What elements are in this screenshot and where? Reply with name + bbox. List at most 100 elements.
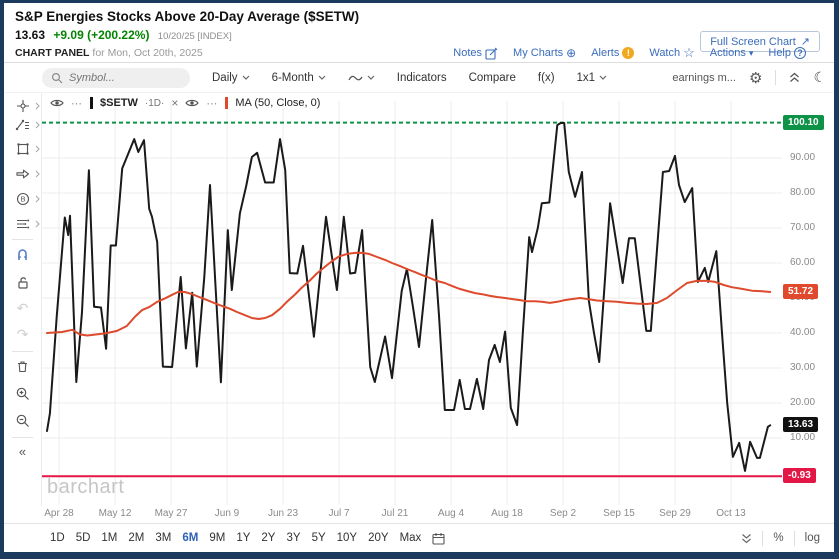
range-button-1d[interactable]: 1D [50, 532, 65, 544]
remove-series-icon[interactable]: × [171, 96, 178, 110]
earnings-toggle[interactable]: earnings m... [672, 72, 736, 84]
zoom-in-button[interactable] [4, 384, 41, 402]
chart-type-dropdown[interactable] [348, 73, 375, 83]
divider [12, 351, 33, 352]
chart-panel-label: CHART PANEL [15, 47, 90, 59]
y-axis-label: 10.00 [790, 432, 816, 443]
watch-link[interactable]: Watch ☆ [649, 46, 694, 59]
chevron-right-icon[interactable] [35, 195, 40, 203]
chevron-right-icon[interactable] [35, 220, 40, 228]
actions-menu[interactable]: Actions ▾ [710, 47, 754, 59]
x-axis-label: May 27 [154, 508, 188, 519]
layout-dropdown[interactable]: 1x1 [577, 72, 608, 84]
compare-button[interactable]: Compare [469, 72, 516, 84]
date-axis[interactable]: Apr 28 May 12 May 27 Jun 9 Jun 23 Jul 7 Jul 21… [4, 506, 834, 523]
arrow-tool[interactable] [4, 165, 41, 183]
range-button-9m[interactable]: 9M [209, 532, 225, 544]
setw-line-series [46, 122, 772, 472]
series-menu-icon[interactable]: ⋯ [206, 97, 218, 110]
eye-icon[interactable] [50, 98, 64, 108]
crosshair-icon [16, 100, 29, 112]
series-menu-icon[interactable]: ⋯ [71, 97, 83, 110]
chart-legend: ⋯ $SETW ·1D· × ⋯ MA (50, Close, 0) [50, 96, 320, 110]
chart-panel-date: for Mon, Oct 20th, 2025 [89, 47, 203, 59]
x-axis-label: Aug 4 [437, 508, 465, 519]
scale-controls: % log [741, 530, 834, 546]
range-buttons: 1D 5D 1M 2M 3M 6M 9M 1Y 2Y 3Y 5Y 10Y 20Y Max [50, 532, 421, 544]
fx-button[interactable]: f(x) [538, 72, 555, 84]
alerts-link[interactable]: Alerts ! [591, 47, 635, 59]
zoom-out-button[interactable] [4, 411, 41, 429]
chart-canvas[interactable] [42, 93, 782, 506]
price-plot[interactable]: ⋯ $SETW ·1D· × ⋯ MA (50, Close, 0) barch… [42, 93, 782, 506]
annotation-tool[interactable]: B [4, 190, 41, 208]
range-button-2m[interactable]: 2M [128, 532, 144, 544]
divider [775, 70, 777, 85]
range-button-max[interactable]: Max [400, 532, 422, 544]
legend-symbol: $SETW [100, 97, 138, 109]
my-charts-link[interactable]: My Charts ⊕ [513, 46, 576, 60]
lock-button[interactable] [4, 273, 41, 291]
range-button-3m[interactable]: 3M [155, 532, 171, 544]
search-input[interactable] [69, 71, 179, 84]
x-axis-label: May 12 [98, 508, 132, 519]
x-axis-label: Aug 18 [491, 508, 523, 519]
indicators-button[interactable]: Indicators [397, 72, 447, 84]
x-axis-label: Sep 29 [659, 508, 691, 519]
price-badge: -0.93 [783, 468, 816, 484]
dark-mode-moon-icon[interactable]: ☾ [813, 69, 826, 86]
shapes-tool[interactable] [4, 140, 41, 158]
notes-link[interactable]: Notes [453, 47, 498, 60]
range-button-5d[interactable]: 5D [76, 532, 91, 544]
x-axis-label: Jul 7 [328, 508, 350, 519]
period-dropdown[interactable]: Daily [212, 72, 250, 84]
delete-button[interactable] [4, 357, 41, 375]
range-button-5y[interactable]: 5Y [312, 532, 326, 544]
chevron-right-icon[interactable] [35, 145, 40, 153]
chevron-right-icon[interactable] [35, 170, 40, 178]
undo-button[interactable]: ↶ [4, 299, 41, 317]
collapse-up-icon[interactable] [789, 72, 800, 83]
range-button-10y[interactable]: 10Y [337, 532, 357, 544]
y-axis-label: 70.00 [790, 222, 816, 233]
range-button-6m[interactable]: 6M [182, 532, 198, 544]
collapse-down-icon[interactable] [741, 533, 752, 544]
percent-scale-button[interactable]: % [773, 532, 783, 544]
range-button-20y[interactable]: 20Y [368, 532, 388, 544]
help-link[interactable]: Help ? [768, 47, 806, 59]
range-button-2y[interactable]: 2Y [261, 532, 275, 544]
circle-b-icon: B [16, 192, 29, 206]
x-axis-label: Oct 13 [716, 508, 746, 519]
x-axis-label: Sep 15 [603, 508, 635, 519]
cursor-tool[interactable] [4, 97, 41, 115]
eye-icon[interactable] [185, 98, 200, 108]
redo-button[interactable]: ↷ [4, 325, 41, 343]
y-axis-label: 20.00 [790, 397, 816, 408]
arrow-right-icon [16, 169, 30, 179]
chevron-right-icon[interactable] [35, 121, 40, 129]
log-scale-button[interactable]: log [805, 532, 820, 544]
range-button-1m[interactable]: 1M [101, 532, 117, 544]
fib-lines-icon [17, 219, 30, 229]
gear-icon[interactable]: ⚙ [749, 69, 762, 87]
price-badge: 51.72 [783, 283, 819, 299]
toolbar-right: earnings m... ⚙ ☾ [672, 69, 834, 87]
price-badge: 100.10 [783, 114, 824, 130]
fibonacci-tool[interactable] [4, 215, 41, 233]
y-axis-label: 30.00 [790, 362, 816, 373]
range-dropdown[interactable]: 6-Month [272, 72, 326, 84]
range-button-3y[interactable]: 3Y [286, 532, 300, 544]
chevron-right-icon[interactable] [35, 102, 40, 110]
symbol-search[interactable] [42, 67, 190, 88]
undo-icon: ↶ [16, 300, 29, 316]
magnet-mode-button[interactable] [4, 245, 41, 263]
price-axis[interactable]: 90.0080.0070.0060.0050.0040.0030.0020.00… [782, 93, 834, 506]
range-button-1y[interactable]: 1Y [236, 532, 250, 544]
price-row: 13.63 +9.09 (+200.22%) 10/20/25 [INDEX] [15, 28, 232, 42]
trendline-tool[interactable] [4, 116, 41, 134]
caret-down-icon: ▾ [748, 47, 754, 58]
collapse-sidebar-button[interactable]: « [4, 443, 41, 461]
calendar-button[interactable] [432, 532, 445, 545]
page-title: S&P Energies Stocks Above 20-Day Average… [15, 9, 360, 24]
drawing-toolbar: B ↶ ↷ « [4, 93, 42, 506]
